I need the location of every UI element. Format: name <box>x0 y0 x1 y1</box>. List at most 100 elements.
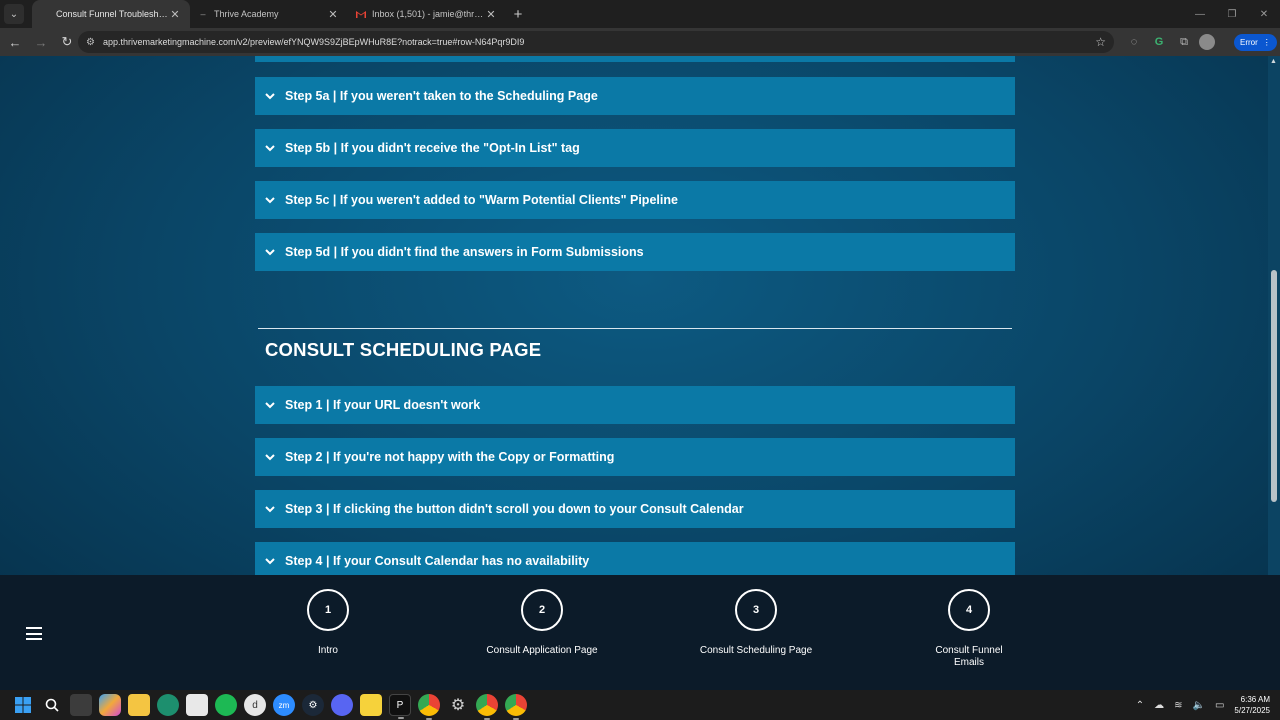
tab-consult-funnel[interactable]: Consult Funnel Troubleshooting ✕ <box>32 0 190 28</box>
step-number-circle: 1 <box>307 589 349 631</box>
onedrive-cloud-icon[interactable]: ☁ <box>1154 700 1164 711</box>
step-nav-intro[interactable]: 1 Intro <box>258 589 398 657</box>
error-label: Error <box>1240 38 1258 47</box>
dropbox-d-icon[interactable]: d <box>244 694 266 716</box>
tab-inbox[interactable]: Inbox (1,501) - jamie@thrive-a ✕ <box>348 0 506 28</box>
accordion-step-5a[interactable]: Step 5a | If you weren't taken to the Sc… <box>255 77 1015 115</box>
chevron-down-icon <box>265 91 275 101</box>
hamburger-menu-icon[interactable] <box>26 627 42 640</box>
site-info-icon[interactable]: ⚙ <box>86 37 95 48</box>
chevron-down-icon <box>265 247 275 257</box>
accordion-step-2[interactable]: Step 2 | If you're not happy with the Co… <box>255 438 1015 476</box>
task-view-icon[interactable] <box>70 694 92 716</box>
step-label: Intro <box>317 645 338 656</box>
zoom-icon[interactable]: zm <box>273 694 295 716</box>
section-divider <box>258 328 1012 329</box>
tab-title: Inbox (1,501) - jamie@thrive-a <box>372 9 484 19</box>
tab-search-icon[interactable]: ⌄ <box>4 4 24 24</box>
restore-icon[interactable]: ❐ <box>1216 0 1248 28</box>
terminal-icon[interactable]: P <box>389 694 411 719</box>
close-icon[interactable]: ✕ <box>168 8 182 21</box>
chevron-down-icon <box>265 452 275 462</box>
extension-icons: ◌ G ⧉ <box>1124 32 1220 52</box>
accordion-label: Step 5b | If you didn't receive the "Opt… <box>285 141 580 155</box>
battery-icon[interactable]: ▭ <box>1215 700 1224 711</box>
chevron-up-icon[interactable]: ⌃ <box>1136 700 1144 711</box>
forward-arrow-icon[interactable]: → <box>30 31 52 53</box>
wifi-icon[interactable]: ≋ <box>1174 700 1182 711</box>
steam-icon[interactable]: ⚙ <box>302 694 324 716</box>
step-nav-scheduling[interactable]: 3 Consult Scheduling Page <box>686 589 826 657</box>
accordion-label: Step 2 | If you're not happy with the Co… <box>285 450 615 464</box>
accordion-label: Step 3 | If clicking the button didn't s… <box>285 502 744 516</box>
scrollbar-thumb[interactable] <box>1271 270 1277 502</box>
accordion-step-5b[interactable]: Step 5b | If you didn't receive the "Opt… <box>255 129 1015 167</box>
step-number-circle: 3 <box>735 589 777 631</box>
close-icon[interactable]: ✕ <box>484 8 498 21</box>
accordion-step-3[interactable]: Step 3 | If clicking the button didn't s… <box>255 490 1015 528</box>
chrome-icon[interactable] <box>418 694 440 720</box>
kebab-menu-icon[interactable]: ⋮ <box>1263 38 1271 47</box>
sticky-notes-icon[interactable] <box>360 694 382 716</box>
store-icon[interactable] <box>186 694 208 716</box>
page-viewport: Step 5a | If you weren't taken to the Sc… <box>0 56 1280 690</box>
minimize-icon[interactable]: — <box>1184 0 1216 28</box>
step-number-circle: 4 <box>948 589 990 631</box>
system-tray: ⌃ ☁ ≋ 🔈 ▭ 6:36 AM 5/27/2025 <box>1136 690 1280 720</box>
step-navigation-bar: 1 Intro 2 Consult Application Page 3 Con… <box>0 575 1280 690</box>
step-number-circle: 2 <box>521 589 563 631</box>
step-nav-application[interactable]: 2 Consult Application Page <box>472 589 612 657</box>
chrome-profile-icon[interactable] <box>476 694 498 720</box>
file-explorer-icon[interactable] <box>128 694 150 716</box>
windows-taskbar: d zm ⚙ P ⚙ ⌃ ☁ ≋ 🔈 ▭ 6:36 AM 5/27/2025 <box>0 690 1280 720</box>
step-nav-emails[interactable]: 4 Consult Funnel Emails <box>899 589 1039 669</box>
accordion-step-5c[interactable]: Step 5c | If you weren't added to "Warm … <box>255 181 1015 219</box>
section-heading: CONSULT SCHEDULING PAGE <box>265 339 542 360</box>
accordion-step-5d[interactable]: Step 5d | If you didn't find the answers… <box>255 233 1015 271</box>
volume-icon[interactable]: 🔈 <box>1193 700 1205 711</box>
accordion-label: Step 5a | If you weren't taken to the Sc… <box>285 89 598 103</box>
loading-extension-icon[interactable]: ◌ <box>1124 32 1144 52</box>
error-badge[interactable]: Error ⋮ <box>1234 34 1277 51</box>
windows-start-icon[interactable] <box>12 694 34 716</box>
copilot-icon[interactable] <box>99 694 121 716</box>
avatar[interactable] <box>1199 34 1215 50</box>
close-window-icon[interactable]: ✕ <box>1248 0 1280 28</box>
step-label: Consult Scheduling Page <box>699 645 813 656</box>
chevron-down-icon <box>265 143 275 153</box>
back-arrow-icon[interactable]: ← <box>4 31 26 53</box>
step-label: Consult Funnel Emails <box>935 645 1003 668</box>
browser-tab-bar: ⌄ Consult Funnel Troubleshooting ✕ – Thr… <box>0 0 1280 28</box>
clock-time: 6:36 AM <box>1240 695 1270 704</box>
discord-icon[interactable] <box>331 694 353 716</box>
accordion-label: Step 1 | If your URL doesn't work <box>285 398 481 412</box>
address-bar[interactable]: ⚙ app.thrivemarketingmachine.com/v2/prev… <box>78 31 1114 53</box>
chevron-down-icon <box>265 556 275 566</box>
grammarly-icon[interactable]: G <box>1149 32 1169 52</box>
chrome-profile-icon[interactable] <box>505 694 527 720</box>
chevron-down-icon <box>265 400 275 410</box>
chevron-down-icon <box>265 504 275 514</box>
tab-thrive-academy[interactable]: – Thrive Academy ✕ <box>190 0 348 28</box>
scroll-up-icon[interactable]: ▲ <box>1270 58 1277 65</box>
extensions-puzzle-icon[interactable]: ⧉ <box>1174 32 1194 52</box>
close-icon[interactable]: ✕ <box>326 8 340 21</box>
new-tab-button[interactable]: + <box>506 6 530 23</box>
accordion-label: Step 5c | If you weren't added to "Warm … <box>285 193 678 207</box>
settings-gear-icon[interactable]: ⚙ <box>447 694 469 716</box>
url-text[interactable]: app.thrivemarketingmachine.com/v2/previe… <box>103 37 1095 47</box>
page-scrollbar[interactable]: ▲ <box>1268 56 1280 576</box>
step-label: Consult Application Page <box>486 645 598 656</box>
accordion-label: Step 5d | If you didn't find the answers… <box>285 245 644 259</box>
blank-page-icon <box>40 9 50 19</box>
accordion-label: Step 4 | If your Consult Calendar has no… <box>285 554 590 568</box>
taskbar-clock[interactable]: 6:36 AM 5/27/2025 <box>1234 694 1270 716</box>
reload-icon[interactable]: ↻ <box>56 31 78 53</box>
bookmark-star-icon[interactable]: ☆ <box>1095 35 1106 49</box>
window-controls: — ❐ ✕ <box>1184 0 1280 28</box>
edge-icon[interactable] <box>157 694 179 716</box>
browser-toolbar: ← → ↻ ⚙ app.thrivemarketingmachine.com/v… <box>0 28 1280 56</box>
spotify-icon[interactable] <box>215 694 237 716</box>
search-icon[interactable] <box>41 694 63 716</box>
accordion-step-1[interactable]: Step 1 | If your URL doesn't work <box>255 386 1015 424</box>
